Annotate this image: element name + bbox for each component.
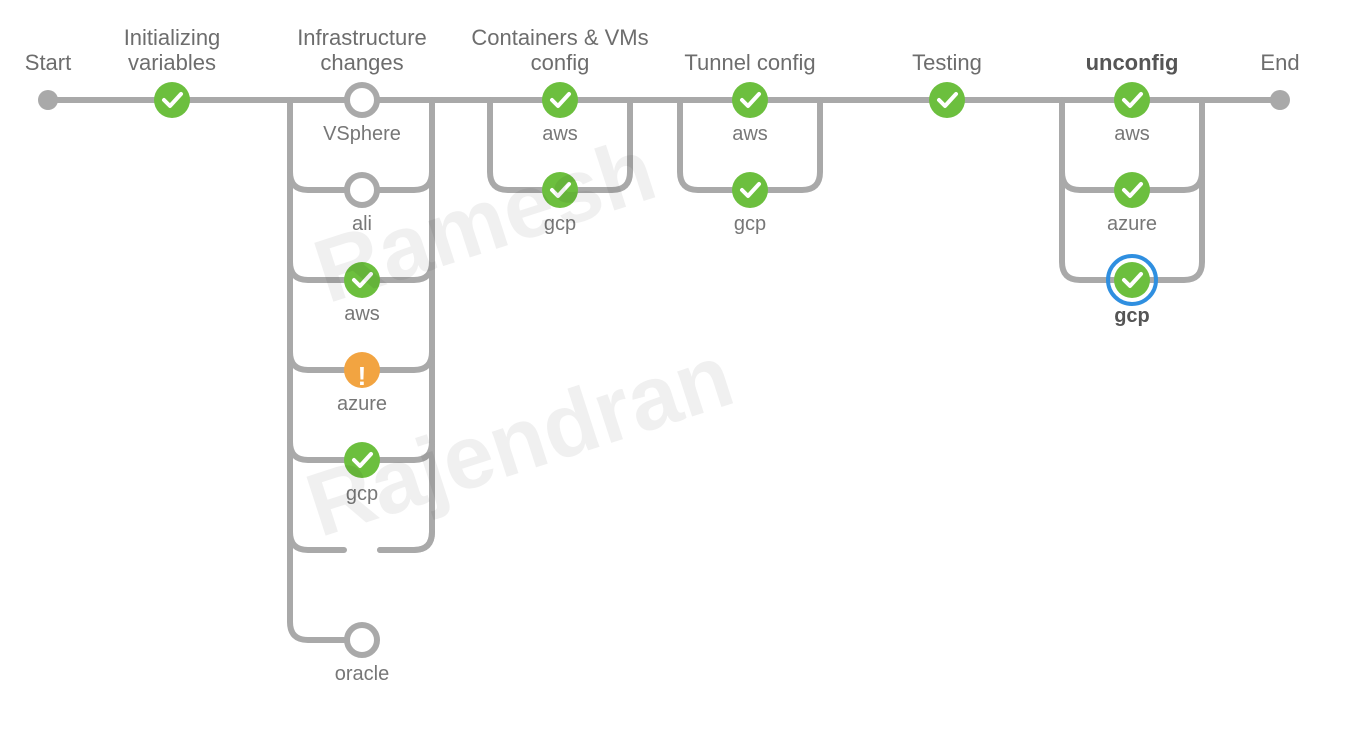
infra-row-aws-left [290,262,344,280]
stage-label-containers-1: Containers & VMs [471,25,648,50]
label-infra-aws: aws [344,303,380,325]
stage-label-initvars-1: Initializing [124,25,221,50]
stage-label-containers-2: config [531,50,590,75]
node-infra-aws[interactable] [344,262,380,298]
stage-label-start: Start [25,50,71,75]
label-containers-gcp: gcp [544,213,576,235]
stage-label-tunnel: Tunnel config [684,50,815,75]
label-infra-oracle: oracle [335,663,389,685]
infra-row-azure-left [290,352,344,370]
unconfig-azure-right [1150,172,1202,190]
node-infra-gcp[interactable] [344,442,380,478]
node-infra-ali[interactable] [347,175,377,205]
tunnel-right [768,100,820,190]
label-infra-vsphere: VSphere [323,123,401,145]
unconfig-azure-left [1062,172,1114,190]
label-tunnel-gcp: gcp [734,213,766,235]
infra-right-pillar [380,100,432,550]
stage-label-infra-1: Infrastructure [297,25,427,50]
node-unconfig-azure[interactable] [1114,172,1150,208]
node-containers-aws[interactable] [542,82,578,118]
infra-row-gcp-left [290,442,344,460]
node-testing[interactable] [929,82,965,118]
stage-label-testing: Testing [912,50,982,75]
containers-right [578,100,630,190]
node-infra-azure[interactable]: ! [344,352,380,391]
containers-left [490,100,542,190]
node-infra-oracle[interactable] [347,625,377,655]
infra-oracle-right-upper [380,532,432,550]
infra-row-oracle-left-upper [290,532,344,550]
pipeline-diagram: Start Initializing variables Infrastruct… [0,0,1358,734]
stage-label-unconfig: unconfig [1086,50,1179,75]
node-end[interactable] [1270,90,1290,110]
node-infra-vsphere[interactable] [347,85,377,115]
label-unconfig-azure: azure [1107,213,1157,235]
label-unconfig-aws: aws [1114,123,1150,145]
infra-row-ali-left [290,172,344,190]
infra-row-azure-right [380,352,432,370]
label-infra-ali: ali [352,213,372,235]
node-tunnel-gcp[interactable] [732,172,768,208]
stage-label-infra-2: changes [320,50,403,75]
label-containers-aws: aws [542,123,578,145]
label-tunnel-aws: aws [732,123,768,145]
node-containers-gcp[interactable] [542,172,578,208]
infra-row-aws-right [380,262,432,280]
label-infra-gcp: gcp [346,483,378,505]
node-init-vars[interactable] [154,82,190,118]
label-unconfig-gcp: gcp [1114,305,1150,327]
infra-row-gcp-right [380,442,432,460]
node-start[interactable] [38,90,58,110]
infra-row-ali-right [380,172,432,190]
node-unconfig-gcp[interactable] [1108,256,1156,304]
stage-label-end: End [1260,50,1299,75]
exclaim-icon: ! [358,361,367,391]
stage-label-initvars-2: variables [128,50,216,75]
node-unconfig-aws[interactable] [1114,82,1150,118]
tunnel-left [680,100,732,190]
label-infra-azure: azure [337,393,387,415]
node-tunnel-aws[interactable] [732,82,768,118]
